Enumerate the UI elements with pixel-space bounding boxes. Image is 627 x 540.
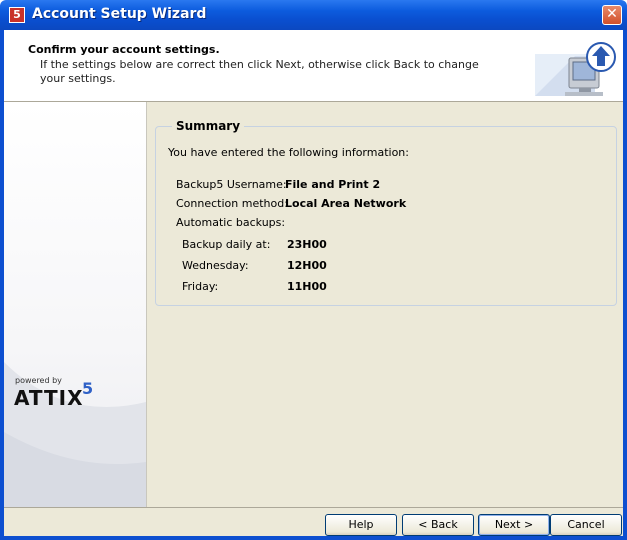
close-button[interactable]: ✕ (602, 5, 622, 25)
page-subtitle: If the settings below are correct then c… (40, 58, 479, 85)
connection-label: Connection method: (176, 197, 288, 210)
window-frame: Confirm your account settings. If the se… (0, 30, 627, 540)
wednesday-value: 12H00 (287, 259, 327, 272)
page-title: Confirm your account settings. (28, 43, 220, 56)
connection-value: Local Area Network (285, 197, 407, 210)
friday-label: Friday: (182, 280, 219, 293)
summary-legend: Summary (172, 119, 245, 133)
daily-label: Backup daily at: (182, 238, 271, 251)
username-label: Backup5 Username: (176, 178, 287, 191)
side-panel-pattern-icon (4, 362, 146, 507)
dialog-client: Confirm your account settings. If the se… (4, 30, 623, 536)
brand-logo: ATTIX (14, 386, 84, 410)
wizard-header: Confirm your account settings. If the se… (4, 30, 623, 102)
window-title: Account Setup Wizard (32, 6, 207, 22)
friday-value: 11H00 (287, 280, 327, 293)
app-icon: 5 (9, 7, 25, 23)
back-button[interactable]: < Back (402, 514, 474, 536)
daily-value: 23H00 (287, 238, 327, 251)
username-value: File and Print 2 (285, 178, 381, 191)
summary-intro: You have entered the following informati… (168, 146, 409, 159)
next-button[interactable]: Next > (478, 514, 550, 536)
computer-upload-icon (535, 42, 616, 96)
title-bar[interactable]: 5 Account Setup Wizard ✕ (0, 0, 627, 30)
side-panel: powered by ATTIX 5 (4, 102, 147, 507)
powered-by-label: powered by (15, 376, 62, 385)
button-separator (4, 507, 623, 508)
cancel-button[interactable]: Cancel (550, 514, 622, 536)
automatic-backups-label: Automatic backups: (176, 216, 286, 229)
help-button[interactable]: Help (325, 514, 397, 536)
brand-superscript: 5 (82, 379, 94, 398)
wednesday-label: Wednesday: (182, 259, 249, 272)
